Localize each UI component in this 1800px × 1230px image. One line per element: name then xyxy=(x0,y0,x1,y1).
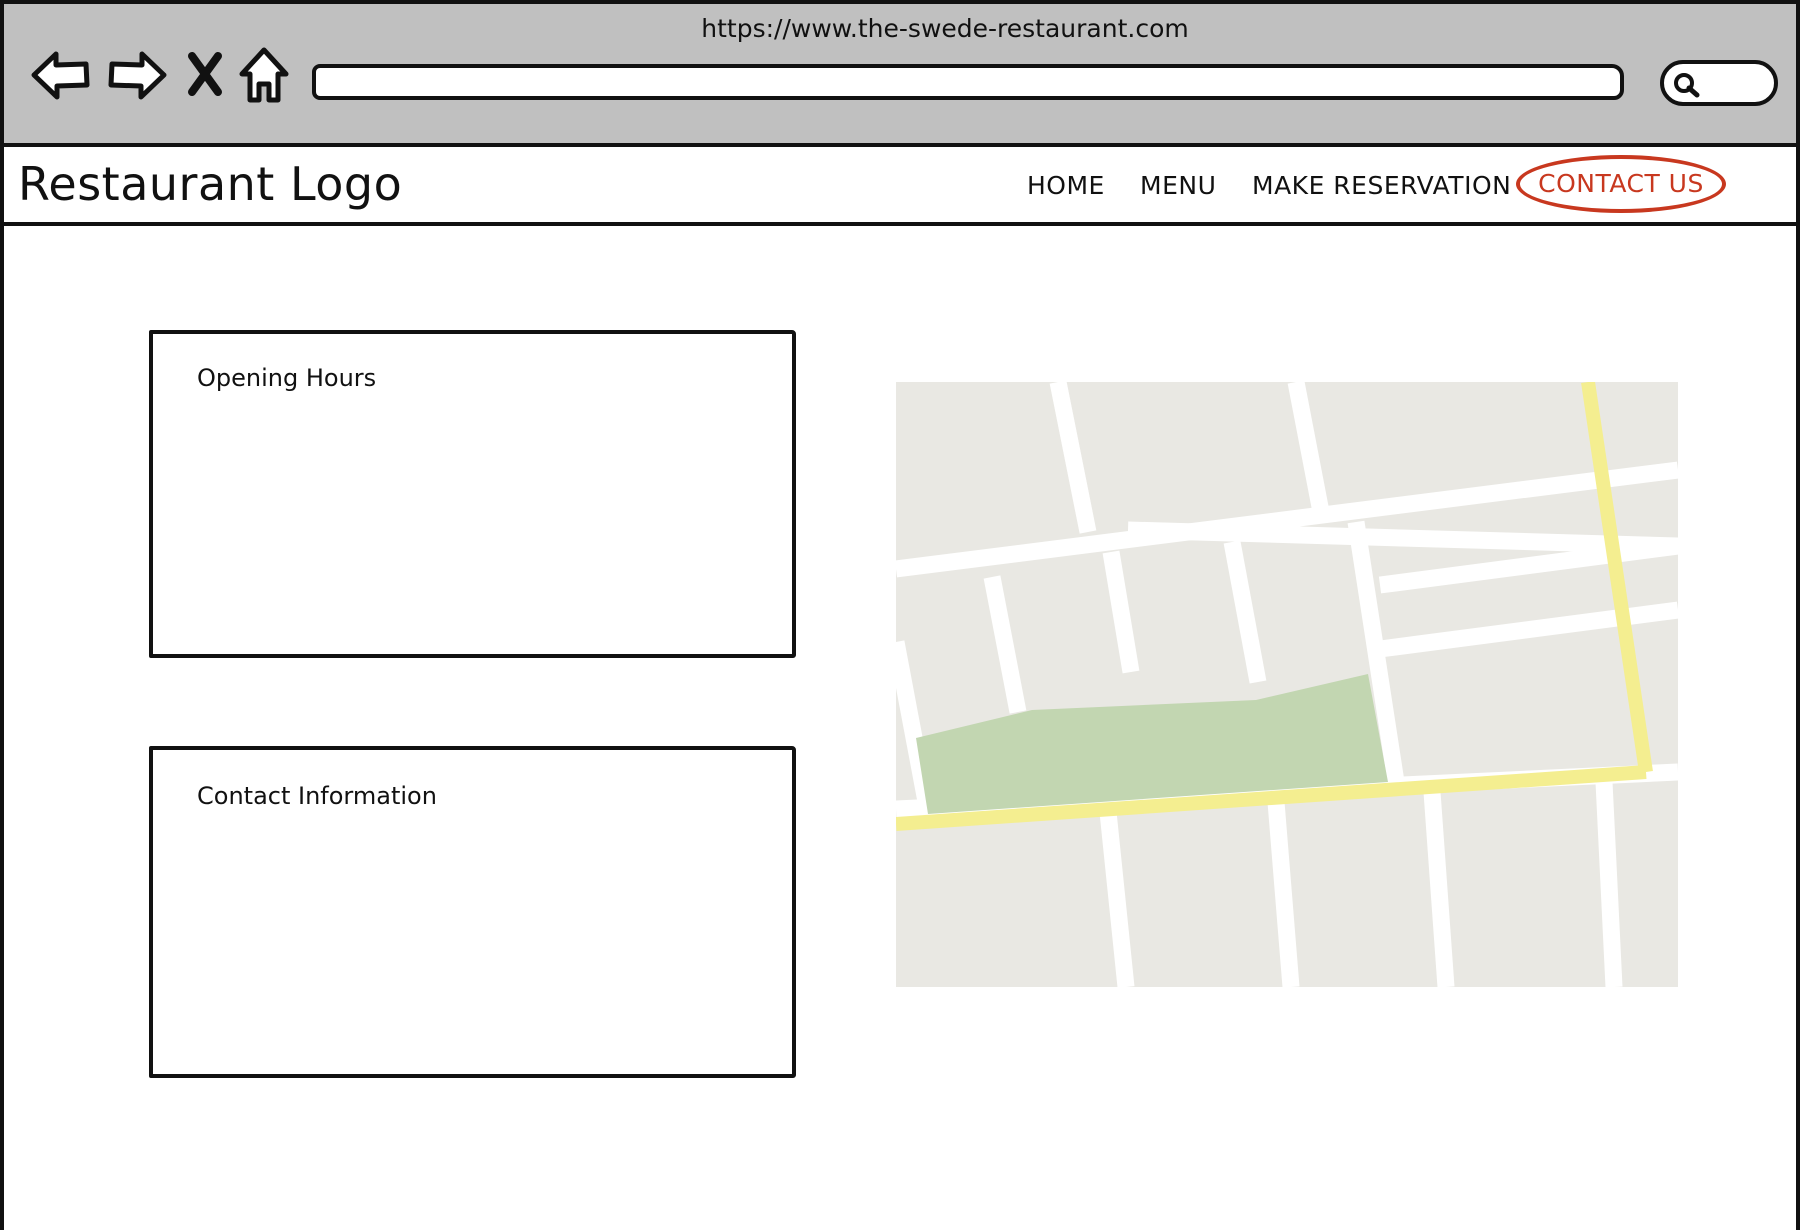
nav-home[interactable]: HOME xyxy=(1027,171,1105,200)
nav-contact-us[interactable]: CONTACT US xyxy=(1516,155,1726,213)
map-graphic xyxy=(896,382,1678,987)
location-map[interactable] xyxy=(896,382,1678,987)
contact-information-panel: Contact Information xyxy=(149,746,796,1078)
forward-arrow-icon[interactable] xyxy=(106,44,168,104)
contact-information-title: Contact Information xyxy=(197,782,437,810)
opening-hours-panel: Opening Hours xyxy=(149,330,796,658)
restaurant-logo[interactable]: Restaurant Logo xyxy=(18,157,402,211)
home-icon[interactable] xyxy=(236,44,292,104)
browser-window: https://www.the-swede-restaurant.com Res… xyxy=(0,0,1800,1230)
stop-icon[interactable] xyxy=(182,44,228,104)
search-icon xyxy=(1674,73,1700,98)
opening-hours-title: Opening Hours xyxy=(197,364,377,392)
url-display: https://www.the-swede-restaurant.com xyxy=(701,14,1189,43)
nav-menu[interactable]: MENU xyxy=(1140,171,1216,200)
nav-make-reservation[interactable]: MAKE RESERVATION xyxy=(1252,171,1511,200)
browser-search-field[interactable] xyxy=(1660,60,1778,106)
browser-toolbar: https://www.the-swede-restaurant.com xyxy=(4,4,1796,147)
site-header: Restaurant Logo HOME MENU MAKE RESERVATI… xyxy=(4,147,1796,226)
back-arrow-icon[interactable] xyxy=(30,44,92,104)
address-bar[interactable] xyxy=(312,64,1624,100)
